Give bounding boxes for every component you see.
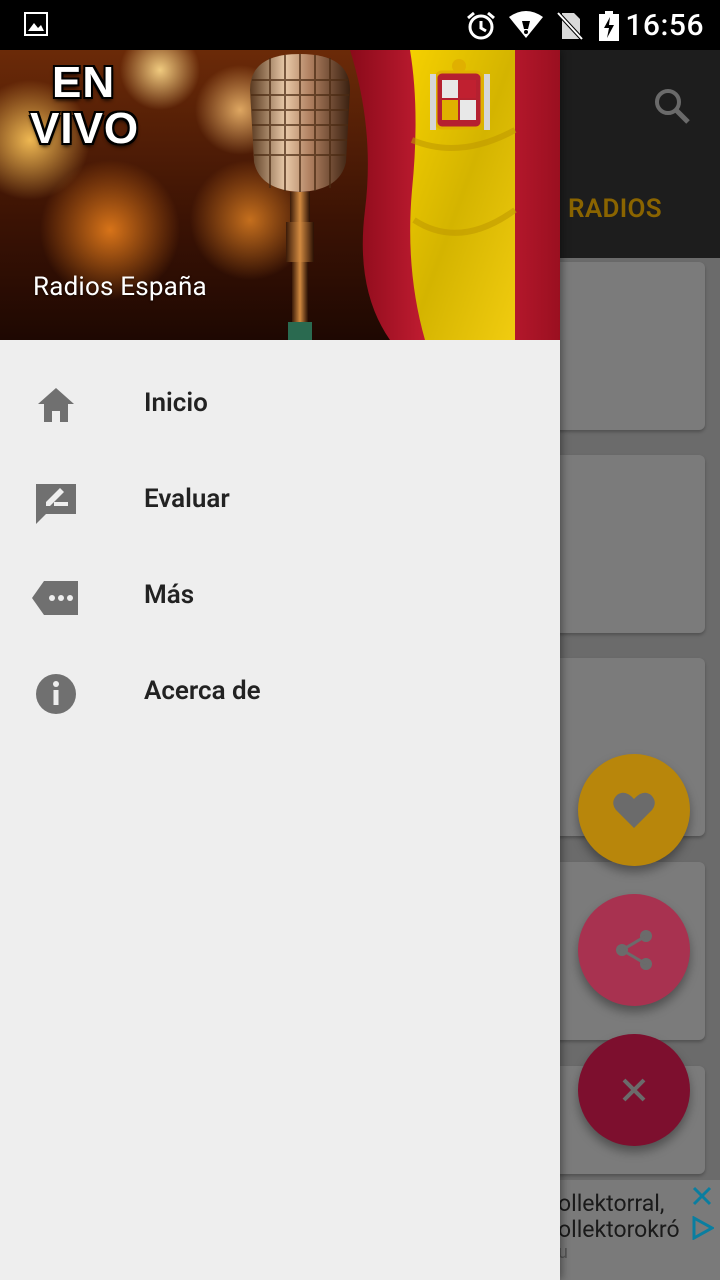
status-bar: 16:56 — [0, 0, 720, 50]
drawer-item-mas[interactable]: Más — [0, 548, 560, 644]
drawer-item-label: Inicio — [144, 388, 208, 418]
drawer-header: EN VIVO Radios España — [0, 50, 560, 340]
drawer-item-label: Acerca de — [144, 676, 261, 706]
en-vivo-badge-line: VIVO — [30, 104, 140, 153]
drawer-item-acerca-de[interactable]: Acerca de — [0, 644, 560, 740]
ad-text-line: ollektorokró — [558, 1216, 680, 1243]
close-icon — [622, 1078, 646, 1102]
search-icon[interactable] — [652, 86, 692, 126]
alarm-icon — [467, 11, 495, 40]
ad-text-line: ollektorral, — [558, 1190, 665, 1217]
list-item[interactable] — [540, 262, 705, 430]
info-icon — [36, 674, 76, 714]
spain-flag-image — [350, 50, 560, 340]
more-icon — [32, 581, 78, 615]
share-fab-button[interactable] — [578, 894, 690, 1006]
ad-close-icon[interactable] — [690, 1184, 714, 1208]
navigation-drawer: EN VIVO Radios España Inicio Evaluar Más… — [0, 50, 560, 1280]
drawer-item-label: Más — [144, 580, 195, 610]
status-time: 16:56 — [625, 8, 704, 43]
drawer-item-evaluar[interactable]: Evaluar — [0, 452, 560, 548]
battery-charging-icon — [599, 11, 619, 41]
tab-radios[interactable]: RADIOS — [568, 194, 662, 224]
ad-choices-icon[interactable] — [690, 1216, 714, 1240]
en-vivo-badge: EN VIVO — [30, 60, 139, 152]
home-icon — [38, 388, 74, 422]
drawer-title: Radios España — [33, 272, 207, 302]
microphone-illustration — [250, 54, 350, 340]
list-item[interactable] — [540, 455, 705, 633]
no-sim-icon — [556, 11, 584, 41]
wifi-icon — [509, 11, 543, 38]
en-vivo-badge-line: EN — [52, 58, 116, 107]
rate-review-icon — [36, 484, 76, 524]
drawer-menu: Inicio Evaluar Más Acerca de — [0, 356, 560, 740]
drawer-item-label: Evaluar — [144, 484, 230, 514]
drawer-item-inicio[interactable]: Inicio — [0, 356, 560, 452]
close-fab-button[interactable] — [578, 1034, 690, 1146]
favorite-fab-button[interactable] — [578, 754, 690, 866]
image-notification-icon — [24, 12, 48, 36]
heart-icon — [613, 792, 655, 828]
share-icon — [616, 930, 652, 970]
